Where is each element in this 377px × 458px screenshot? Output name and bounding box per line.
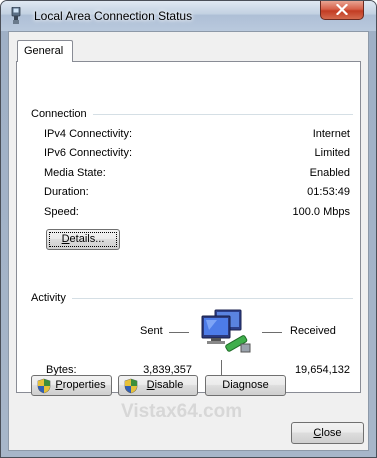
disable-label: isable bbox=[154, 379, 184, 391]
ipv6-connectivity-value: Limited bbox=[314, 147, 350, 159]
bytes-received-value: 19,654,132 bbox=[294, 364, 350, 376]
watermark: Vistax64.com bbox=[121, 401, 243, 422]
details-button[interactable]: Details... bbox=[46, 229, 120, 250]
tab-general-label: General bbox=[24, 45, 64, 57]
network-computers-icon bbox=[201, 309, 251, 353]
diagnose-button[interactable]: Diagnose bbox=[205, 375, 286, 396]
disable-button[interactable]: Disable bbox=[118, 375, 198, 396]
received-dash bbox=[262, 332, 282, 333]
ipv4-connectivity-value: Internet bbox=[312, 128, 350, 140]
properties-accel: P bbox=[55, 379, 63, 391]
properties-button[interactable]: Properties bbox=[31, 375, 112, 396]
received-label: Received bbox=[290, 325, 336, 337]
title-bar[interactable]: Local Area Connection Status bbox=[1, 1, 376, 31]
disable-accel: D bbox=[146, 379, 155, 391]
properties-label: roperties bbox=[62, 379, 106, 391]
details-focus-rect bbox=[49, 232, 117, 247]
diagnose-label-pre: Dia bbox=[222, 379, 239, 391]
ipv6-connectivity-label: IPv6 Connectivity: bbox=[44, 147, 133, 159]
tab-general[interactable]: General bbox=[17, 40, 73, 62]
network-adapter-icon bbox=[11, 7, 21, 24]
duration-value: 01:53:49 bbox=[307, 186, 350, 198]
close-x-icon bbox=[335, 3, 349, 16]
uac-shield-icon bbox=[124, 378, 138, 394]
speed-value: 100.0 Mbps bbox=[292, 206, 350, 218]
activity-group-label: Activity bbox=[31, 292, 72, 304]
uac-shield-icon bbox=[37, 378, 51, 394]
close-label: lose bbox=[321, 426, 342, 439]
speed-label: Speed: bbox=[44, 206, 79, 218]
sent-dash bbox=[169, 332, 189, 333]
tab-panel-general: Connection IPv4 Connectivity: Internet I… bbox=[16, 61, 361, 393]
ipv4-connectivity-label: IPv4 Connectivity: bbox=[44, 128, 133, 140]
media-state-value: Enabled bbox=[309, 167, 350, 179]
media-state-label: Media State: bbox=[44, 167, 106, 179]
duration-label: Duration: bbox=[44, 186, 89, 198]
window-title: Local Area Connection Status bbox=[34, 9, 193, 23]
connection-group-label: Connection bbox=[31, 108, 93, 120]
activity-divider bbox=[31, 298, 353, 299]
dialog-window: Local Area Connection Status General Con… bbox=[0, 0, 377, 458]
sent-label: Sent bbox=[140, 325, 163, 337]
close-window-button[interactable] bbox=[320, 1, 364, 20]
close-button[interactable]: Close bbox=[291, 422, 364, 444]
dialog-client-area: General Connection IPv4 Connectivity: In… bbox=[8, 31, 369, 451]
diagnose-label: nose bbox=[244, 379, 269, 391]
